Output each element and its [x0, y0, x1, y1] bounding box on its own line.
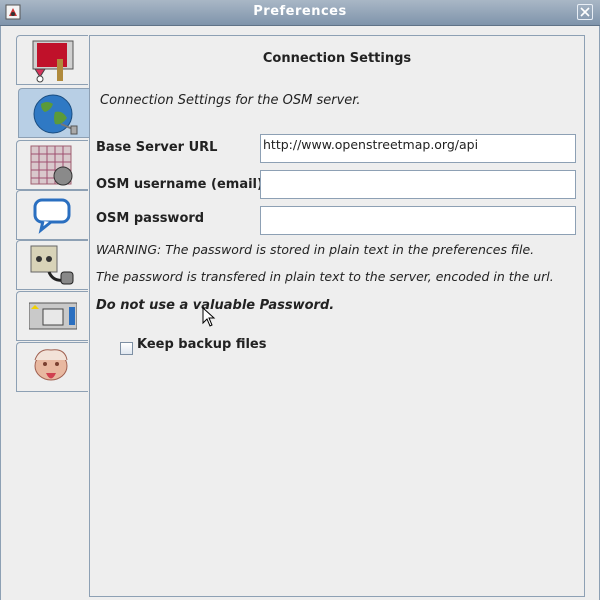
tab-plugins[interactable]: [16, 240, 88, 290]
panel-description: Connection Settings for the OSM server.: [100, 93, 361, 108]
connection-settings-panel: Connection Settings Connection Settings …: [89, 35, 585, 597]
einstein-icon: [34, 349, 68, 381]
username-input[interactable]: [260, 170, 576, 199]
window-title: Preferences: [253, 4, 347, 19]
close-icon: [580, 7, 590, 17]
power-plug-icon: [30, 245, 74, 285]
tab-connection[interactable]: [18, 88, 90, 138]
grid-globe-icon: [30, 145, 73, 186]
base-url-label: Base Server URL: [96, 140, 218, 155]
title-bar[interactable]: Preferences: [0, 0, 600, 26]
password-input[interactable]: [260, 206, 576, 235]
tab-language[interactable]: [16, 190, 88, 240]
base-url-input[interactable]: http://www.openstreetmap.org/api: [260, 134, 576, 163]
globe-icon: [33, 94, 78, 135]
password-label: OSM password: [96, 211, 205, 226]
tab-advanced[interactable]: [16, 342, 88, 392]
folder-icon: [29, 302, 77, 330]
tab-projection[interactable]: [16, 140, 88, 190]
tab-display[interactable]: [16, 35, 88, 85]
keep-backup-label[interactable]: Keep backup files: [137, 337, 266, 352]
tab-folders[interactable]: [16, 291, 88, 341]
speech-bubble-icon: [33, 198, 71, 234]
panel-heading: Connection Settings: [262, 51, 412, 66]
paint-brush-icon: [32, 40, 74, 83]
close-button[interactable]: [577, 4, 593, 20]
warning-plaintext-transfer: The password is transfered in plain text…: [96, 269, 554, 284]
keep-backup-checkbox[interactable]: [120, 342, 133, 355]
warning-plaintext-storage: WARNING: The password is stored in plain…: [96, 242, 535, 257]
mouse-cursor-icon: [202, 307, 216, 327]
username-label: OSM username (email): [96, 177, 263, 192]
